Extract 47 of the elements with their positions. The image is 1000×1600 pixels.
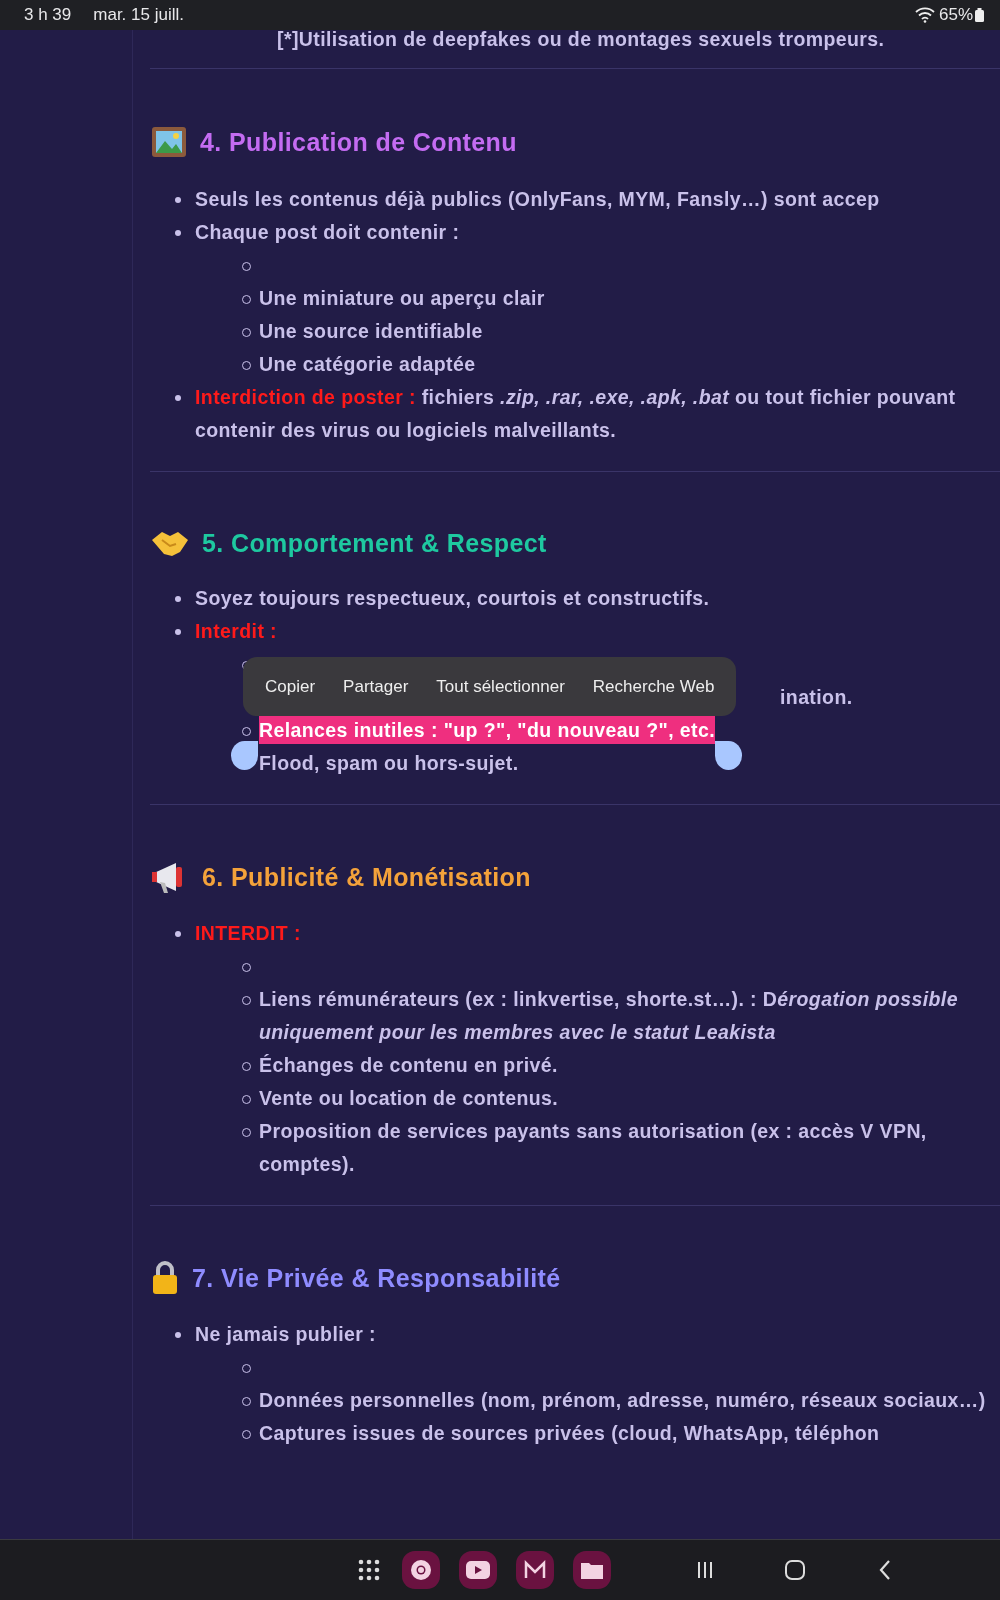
menu-button[interactable]: Partager [329,676,423,697]
bullet-icon [175,395,181,401]
list-item-label: INTERDIT : [195,922,301,944]
list-item-text: Échanges de contenu en privé. [259,1054,558,1076]
section-title: 6. Publicité & Monétisation [202,862,531,892]
bullet-icon [175,197,181,203]
section-icon [150,1260,180,1296]
list-item-text: Flood, spam ou hors-sujet. [259,752,519,774]
menu-button[interactable]: Recherche Web [578,676,729,697]
section-title: 5. Comportement & Respect [202,528,547,558]
list-item-text: Interdiction de poster : fichiers .zip, .rar, .exe, .apk, .bat ou tout fichier pouvant contenir des virus ou logiciels malveillants. [195,386,956,441]
battery-percent: 65% [938,5,973,25]
list-item-text: Une miniature ou aperçu clair [259,287,545,309]
list-item-text: Une source identifiable [259,320,483,342]
list-item-text: Seuls les contenus déjà publics (OnlyFans, MYM, Fansly…) sont accep [195,188,880,210]
section-title: 7. Vie Privée & Responsabilité [192,1263,561,1293]
list-item-text: ination. [780,685,853,710]
bullet-icon [175,931,181,937]
mail-app-icon[interactable] [516,1551,554,1589]
list-item-text: Ne jamais publier : [195,1323,376,1345]
list-item-label: Interdit : [195,620,277,642]
video-app-icon[interactable] [459,1551,497,1589]
list-item-text: Proposition de services payants sans autorisation (ex : accès V VPN, comptes). [259,1120,927,1175]
bullet-icon [175,629,181,635]
apps-grid-icon[interactable] [358,1559,380,1581]
bullet-icon [175,230,181,236]
list-item-text: [*]Utilisation de deepfakes ou de montages sexuels trompeurs. [276,30,886,52]
bullet-icon [175,596,181,602]
selection-handle-icon[interactable] [715,741,742,770]
wifi-icon [914,7,935,23]
list-item-text: Captures issues de sources privées (cloud, WhatsApp, téléphon [259,1422,880,1444]
menu-button[interactable]: Tout sélectionner [422,676,579,697]
list-item-text: Vente ou location de contenus. [259,1087,559,1109]
folder-app-icon[interactable] [573,1551,611,1589]
battery-icon [975,8,984,22]
list-item-text: Une catégorie adaptée [259,353,476,375]
status-time: 3 h 39 [24,5,72,25]
menu-button[interactable]: Copier [251,676,330,697]
list-item-text: Liens rémunérateurs (ex : linkvertise, shorte.st…). : Dérogation possible uniquement pour les membres avec le statut Leakista [259,988,958,1043]
browser-app-icon[interactable] [402,1551,440,1589]
status-date: mar. 15 juill. [93,5,184,25]
section-title: 4. Publication de Contenu [200,127,517,157]
bullet-icon [175,1332,181,1338]
selection-handle-icon[interactable] [231,741,258,770]
list-item-text: Soyez toujours respectueux, courtois et constructifs. [195,587,710,609]
list-item-text: Données personnelles (nom, prénom, adresse, numéro, réseaux sociaux…) [259,1389,986,1411]
list-item-text: Chaque post doit contenir : [195,221,460,243]
